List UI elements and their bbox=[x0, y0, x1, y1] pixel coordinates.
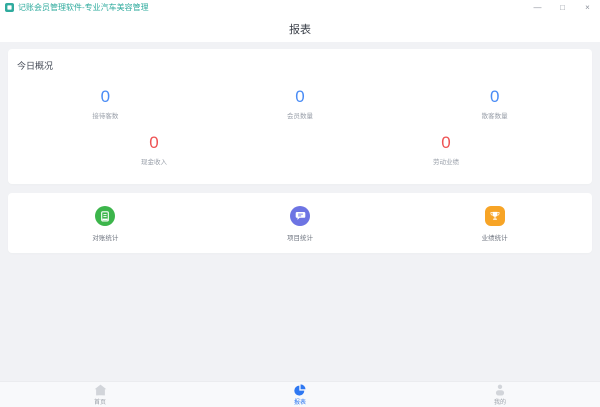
window-controls: — □ × bbox=[525, 0, 600, 15]
stat-value: 0 bbox=[101, 87, 110, 107]
stat-label: 散客数量 bbox=[482, 110, 508, 120]
stats-row-1: 0 接待客数 0 会员数量 0 散客数量 bbox=[8, 87, 592, 120]
nav-label: 我的 bbox=[494, 397, 506, 406]
main-content: 今日概况 0 接待客数 0 会员数量 0 散客数量 0 现金收入 bbox=[0, 42, 600, 381]
shortcut-reconciliation-stats[interactable]: 对账统计 bbox=[8, 206, 203, 242]
stat-label: 会员数量 bbox=[287, 110, 313, 120]
stat-value: 0 bbox=[295, 87, 304, 107]
project-stats-icon bbox=[290, 206, 310, 226]
stat-label: 劳动业绩 bbox=[433, 156, 459, 166]
shortcut-label: 业绩统计 bbox=[482, 232, 508, 242]
user-icon bbox=[494, 384, 506, 396]
reconciliation-stats-icon bbox=[95, 206, 115, 226]
home-icon bbox=[94, 384, 107, 396]
shortcut-performance-stats[interactable]: 业绩统计 bbox=[397, 206, 592, 242]
app-title: 记账会员管理软件-专业汽车美容管理 bbox=[18, 2, 149, 13]
shortcut-project-stats[interactable]: 项目统计 bbox=[203, 206, 398, 242]
maximize-icon[interactable]: □ bbox=[550, 0, 575, 15]
bottom-nav: 首页 报表 我的 bbox=[0, 381, 600, 407]
shortcut-label: 对账统计 bbox=[92, 232, 118, 242]
stat-value: 0 bbox=[441, 133, 450, 153]
stat-received-customers[interactable]: 0 接待客数 bbox=[8, 87, 203, 120]
stat-label: 接待客数 bbox=[92, 110, 118, 120]
app-window: 记账会员管理软件-专业汽车美容管理 — □ × 报表 今日概况 0 接待客数 0… bbox=[0, 0, 600, 407]
close-icon[interactable]: × bbox=[575, 0, 600, 15]
stats-row-2: 0 现金收入 0 劳动业绩 bbox=[8, 133, 592, 166]
today-overview-card: 今日概况 0 接待客数 0 会员数量 0 散客数量 0 现金收入 bbox=[8, 49, 592, 184]
page-title: 报表 bbox=[289, 21, 311, 37]
stat-member-count[interactable]: 0 会员数量 bbox=[203, 87, 398, 120]
titlebar: 记账会员管理软件-专业汽车美容管理 — □ × bbox=[0, 0, 600, 15]
stat-labor-performance[interactable]: 0 劳动业绩 bbox=[300, 133, 592, 166]
statistics-shortcuts-card: 对账统计 项目统计 bbox=[8, 193, 592, 253]
nav-item-home[interactable]: 首页 bbox=[0, 382, 200, 407]
pie-chart-icon bbox=[294, 384, 306, 396]
stat-walkin-count[interactable]: 0 散客数量 bbox=[397, 87, 592, 120]
nav-label: 报表 bbox=[294, 397, 306, 406]
app-logo-icon bbox=[5, 3, 14, 12]
nav-item-mine[interactable]: 我的 bbox=[400, 382, 600, 407]
stat-cash-income[interactable]: 0 现金收入 bbox=[8, 133, 300, 166]
performance-stats-icon bbox=[485, 206, 505, 226]
stat-label: 现金收入 bbox=[141, 156, 167, 166]
stat-value: 0 bbox=[490, 87, 499, 107]
minimize-icon[interactable]: — bbox=[525, 0, 550, 15]
nav-item-reports[interactable]: 报表 bbox=[200, 382, 400, 407]
shortcut-label: 项目统计 bbox=[287, 232, 313, 242]
stat-value: 0 bbox=[149, 133, 158, 153]
nav-label: 首页 bbox=[94, 397, 106, 406]
overview-card-title: 今日概况 bbox=[8, 59, 592, 72]
page-header: 报表 bbox=[0, 15, 600, 42]
